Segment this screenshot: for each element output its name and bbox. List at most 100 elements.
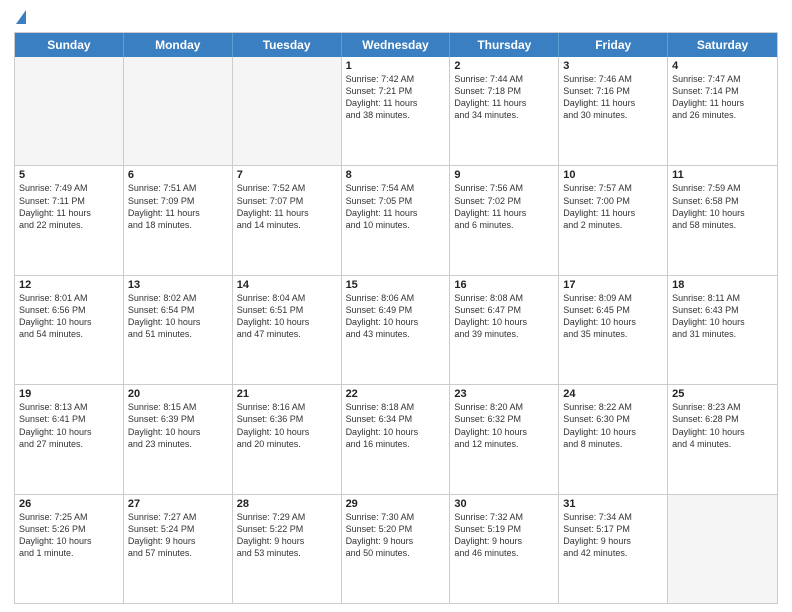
calendar-cell-5-6: 31Sunrise: 7:34 AM Sunset: 5:17 PM Dayli… [559,495,668,603]
cell-info: Sunrise: 7:47 AM Sunset: 7:14 PM Dayligh… [672,73,773,122]
cell-info: Sunrise: 7:29 AM Sunset: 5:22 PM Dayligh… [237,511,337,560]
calendar-week-5: 26Sunrise: 7:25 AM Sunset: 5:26 PM Dayli… [15,494,777,603]
calendar-cell-2-4: 8Sunrise: 7:54 AM Sunset: 7:05 PM Daylig… [342,166,451,274]
calendar-cell-5-7 [668,495,777,603]
calendar-cell-1-3 [233,57,342,165]
calendar-cell-2-3: 7Sunrise: 7:52 AM Sunset: 7:07 PM Daylig… [233,166,342,274]
cell-info: Sunrise: 8:16 AM Sunset: 6:36 PM Dayligh… [237,401,337,450]
calendar-cell-3-3: 14Sunrise: 8:04 AM Sunset: 6:51 PM Dayli… [233,276,342,384]
day-header-sunday: Sunday [15,33,124,57]
day-number: 15 [346,279,446,291]
calendar-cell-5-5: 30Sunrise: 7:32 AM Sunset: 5:19 PM Dayli… [450,495,559,603]
day-number: 12 [19,279,119,291]
day-header-saturday: Saturday [668,33,777,57]
calendar-cell-1-7: 4Sunrise: 7:47 AM Sunset: 7:14 PM Daylig… [668,57,777,165]
page: SundayMondayTuesdayWednesdayThursdayFrid… [0,0,792,612]
day-header-tuesday: Tuesday [233,33,342,57]
day-header-friday: Friday [559,33,668,57]
calendar-cell-4-2: 20Sunrise: 8:15 AM Sunset: 6:39 PM Dayli… [124,385,233,493]
cell-info: Sunrise: 7:51 AM Sunset: 7:09 PM Dayligh… [128,182,228,231]
logo-triangle-icon [16,10,26,24]
calendar-week-4: 19Sunrise: 8:13 AM Sunset: 6:41 PM Dayli… [15,384,777,493]
day-number: 11 [672,169,773,181]
day-number: 31 [563,498,663,510]
day-number: 13 [128,279,228,291]
day-number: 2 [454,60,554,72]
day-number: 8 [346,169,446,181]
calendar-cell-5-3: 28Sunrise: 7:29 AM Sunset: 5:22 PM Dayli… [233,495,342,603]
cell-info: Sunrise: 7:59 AM Sunset: 6:58 PM Dayligh… [672,182,773,231]
day-number: 18 [672,279,773,291]
day-number: 24 [563,388,663,400]
day-number: 5 [19,169,119,181]
day-number: 26 [19,498,119,510]
cell-info: Sunrise: 7:34 AM Sunset: 5:17 PM Dayligh… [563,511,663,560]
calendar-cell-5-4: 29Sunrise: 7:30 AM Sunset: 5:20 PM Dayli… [342,495,451,603]
cell-info: Sunrise: 8:20 AM Sunset: 6:32 PM Dayligh… [454,401,554,450]
cell-info: Sunrise: 8:01 AM Sunset: 6:56 PM Dayligh… [19,292,119,341]
calendar-week-2: 5Sunrise: 7:49 AM Sunset: 7:11 PM Daylig… [15,165,777,274]
cell-info: Sunrise: 7:42 AM Sunset: 7:21 PM Dayligh… [346,73,446,122]
cell-info: Sunrise: 7:30 AM Sunset: 5:20 PM Dayligh… [346,511,446,560]
day-number: 27 [128,498,228,510]
day-number: 9 [454,169,554,181]
cell-info: Sunrise: 7:32 AM Sunset: 5:19 PM Dayligh… [454,511,554,560]
cell-info: Sunrise: 8:08 AM Sunset: 6:47 PM Dayligh… [454,292,554,341]
day-number: 10 [563,169,663,181]
calendar-cell-1-1 [15,57,124,165]
cell-info: Sunrise: 8:06 AM Sunset: 6:49 PM Dayligh… [346,292,446,341]
day-number: 14 [237,279,337,291]
calendar-cell-4-6: 24Sunrise: 8:22 AM Sunset: 6:30 PM Dayli… [559,385,668,493]
day-number: 28 [237,498,337,510]
calendar-cell-4-3: 21Sunrise: 8:16 AM Sunset: 6:36 PM Dayli… [233,385,342,493]
cell-info: Sunrise: 7:44 AM Sunset: 7:18 PM Dayligh… [454,73,554,122]
cell-info: Sunrise: 7:52 AM Sunset: 7:07 PM Dayligh… [237,182,337,231]
calendar-cell-1-2 [124,57,233,165]
calendar-cell-2-6: 10Sunrise: 7:57 AM Sunset: 7:00 PM Dayli… [559,166,668,274]
day-number: 23 [454,388,554,400]
day-number: 25 [672,388,773,400]
day-number: 16 [454,279,554,291]
cell-info: Sunrise: 7:27 AM Sunset: 5:24 PM Dayligh… [128,511,228,560]
cell-info: Sunrise: 8:23 AM Sunset: 6:28 PM Dayligh… [672,401,773,450]
cell-info: Sunrise: 8:09 AM Sunset: 6:45 PM Dayligh… [563,292,663,341]
calendar-week-3: 12Sunrise: 8:01 AM Sunset: 6:56 PM Dayli… [15,275,777,384]
calendar-cell-4-4: 22Sunrise: 8:18 AM Sunset: 6:34 PM Dayli… [342,385,451,493]
calendar-cell-3-4: 15Sunrise: 8:06 AM Sunset: 6:49 PM Dayli… [342,276,451,384]
day-number: 17 [563,279,663,291]
cell-info: Sunrise: 8:13 AM Sunset: 6:41 PM Dayligh… [19,401,119,450]
day-header-thursday: Thursday [450,33,559,57]
day-number: 7 [237,169,337,181]
cell-info: Sunrise: 7:54 AM Sunset: 7:05 PM Dayligh… [346,182,446,231]
cell-info: Sunrise: 7:57 AM Sunset: 7:00 PM Dayligh… [563,182,663,231]
cell-info: Sunrise: 7:49 AM Sunset: 7:11 PM Dayligh… [19,182,119,231]
calendar-cell-4-7: 25Sunrise: 8:23 AM Sunset: 6:28 PM Dayli… [668,385,777,493]
cell-info: Sunrise: 8:02 AM Sunset: 6:54 PM Dayligh… [128,292,228,341]
calendar-cell-2-2: 6Sunrise: 7:51 AM Sunset: 7:09 PM Daylig… [124,166,233,274]
day-number: 30 [454,498,554,510]
calendar-cell-2-1: 5Sunrise: 7:49 AM Sunset: 7:11 PM Daylig… [15,166,124,274]
cell-info: Sunrise: 8:15 AM Sunset: 6:39 PM Dayligh… [128,401,228,450]
day-number: 1 [346,60,446,72]
cell-info: Sunrise: 7:46 AM Sunset: 7:16 PM Dayligh… [563,73,663,122]
calendar-cell-3-1: 12Sunrise: 8:01 AM Sunset: 6:56 PM Dayli… [15,276,124,384]
cell-info: Sunrise: 8:22 AM Sunset: 6:30 PM Dayligh… [563,401,663,450]
cell-info: Sunrise: 8:18 AM Sunset: 6:34 PM Dayligh… [346,401,446,450]
calendar-cell-4-1: 19Sunrise: 8:13 AM Sunset: 6:41 PM Dayli… [15,385,124,493]
calendar-cell-5-1: 26Sunrise: 7:25 AM Sunset: 5:26 PM Dayli… [15,495,124,603]
calendar-cell-5-2: 27Sunrise: 7:27 AM Sunset: 5:24 PM Dayli… [124,495,233,603]
calendar-cell-1-6: 3Sunrise: 7:46 AM Sunset: 7:16 PM Daylig… [559,57,668,165]
calendar-week-1: 1Sunrise: 7:42 AM Sunset: 7:21 PM Daylig… [15,57,777,165]
day-header-wednesday: Wednesday [342,33,451,57]
header [14,10,778,26]
calendar-cell-1-5: 2Sunrise: 7:44 AM Sunset: 7:18 PM Daylig… [450,57,559,165]
calendar-cell-2-5: 9Sunrise: 7:56 AM Sunset: 7:02 PM Daylig… [450,166,559,274]
cell-info: Sunrise: 8:04 AM Sunset: 6:51 PM Dayligh… [237,292,337,341]
day-number: 20 [128,388,228,400]
calendar-cell-3-6: 17Sunrise: 8:09 AM Sunset: 6:45 PM Dayli… [559,276,668,384]
cell-info: Sunrise: 7:56 AM Sunset: 7:02 PM Dayligh… [454,182,554,231]
cell-info: Sunrise: 8:11 AM Sunset: 6:43 PM Dayligh… [672,292,773,341]
calendar-header: SundayMondayTuesdayWednesdayThursdayFrid… [15,33,777,57]
calendar-cell-3-7: 18Sunrise: 8:11 AM Sunset: 6:43 PM Dayli… [668,276,777,384]
calendar-cell-3-5: 16Sunrise: 8:08 AM Sunset: 6:47 PM Dayli… [450,276,559,384]
